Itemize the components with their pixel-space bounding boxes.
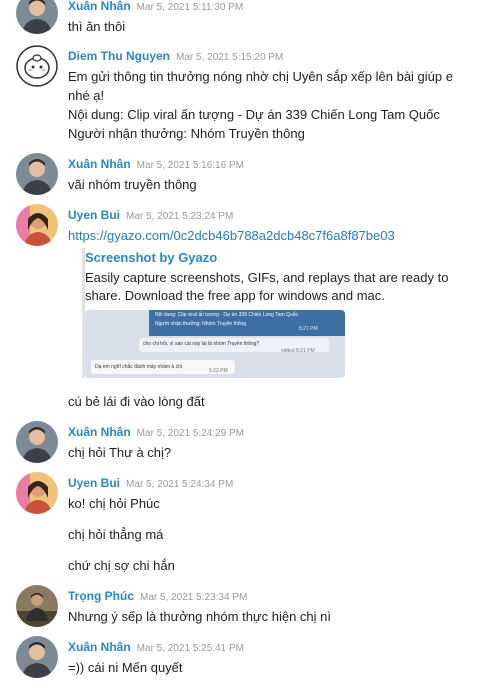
message-link[interactable]: https://gyazo.com/0c2dcb46b788a2dcb48c7f… <box>68 228 395 243</box>
preview-image-text: Người nhận thưởng: Nhóm Truyền thông <box>155 321 247 327</box>
preview-description: Easily capture screenshots, GIFs, and re… <box>85 270 449 303</box>
message-text: Người nhận thưởng: Nhóm Truyền thông <box>68 126 305 141</box>
timestamp[interactable]: Mar 5, 2021 5:24:29 PM <box>137 428 244 439</box>
user-avatar[interactable] <box>16 45 58 87</box>
preview-image[interactable]: Nội dung: Clip viral ấn tượng - Dự án 33… <box>85 310 345 378</box>
sender-name[interactable]: Uyen Bui <box>68 208 120 222</box>
message-text: chị hỏi thẳng má <box>68 527 164 542</box>
preview-image-text: edited 5:21 PM <box>281 348 315 354</box>
preview-image-text: Nội dung: Clip viral ấn tượng - Dự án 33… <box>155 312 299 318</box>
user-avatar[interactable] <box>16 0 58 34</box>
preview-image-text: cho chị hỏi, vì sao cái này lại là nhóm … <box>143 341 260 347</box>
message-text: Nội dung: Clip viral ấn tượng - Dự án 33… <box>68 107 440 122</box>
timestamp[interactable]: Mar 5, 2021 5:23:24 PM <box>126 211 233 222</box>
preview-image-text: 5:22 PM <box>209 368 228 374</box>
link-preview: Screenshot by Gyazo Easily capture scree… <box>82 248 465 378</box>
sender-name[interactable]: Xuân Nhân <box>68 640 131 654</box>
sender-name[interactable]: Xuân Nhân <box>68 157 131 171</box>
sender-name[interactable]: Xuân Nhân <box>68 0 131 13</box>
sender-name[interactable]: Trọng Phúc <box>68 589 134 603</box>
user-avatar[interactable] <box>16 153 58 195</box>
sender-name[interactable]: Xuân Nhân <box>68 425 131 439</box>
message-text: =)) cái ni Mến quyết <box>68 660 183 675</box>
sender-name[interactable]: Uyen Bui <box>68 476 120 490</box>
timestamp[interactable]: Mar 5, 2021 5:15:20 PM <box>176 52 283 63</box>
preview-image-text: Dạ em nghĩ chắc đánh máy nhầm à chị <box>95 364 182 370</box>
message-text: chị hỏi Thư à chị? <box>68 445 172 460</box>
user-avatar[interactable] <box>16 204 58 246</box>
message-text: Em gửi thông tin thưởng nóng nhờ chị Uyê… <box>68 69 453 103</box>
preview-image-text: 5:21 PM <box>299 326 318 332</box>
timestamp[interactable]: Mar 5, 2021 5:23:34 PM <box>140 592 247 603</box>
preview-title[interactable]: Screenshot by Gyazo <box>85 250 217 265</box>
timestamp[interactable]: Mar 5, 2021 5:24:34 PM <box>126 479 233 490</box>
message-text: vãi nhóm truyền thông <box>68 177 197 192</box>
user-avatar[interactable] <box>16 421 58 463</box>
timestamp[interactable]: Mar 5, 2021 5:25:41 PM <box>137 643 244 654</box>
message-text: thì ăn thôi <box>68 19 126 34</box>
timestamp[interactable]: Mar 5, 2021 5:16:16 PM <box>137 160 244 171</box>
user-avatar[interactable] <box>16 636 58 678</box>
message-text: chứ chị sợ chi hắn <box>68 558 175 573</box>
message-text: cú bẻ lái đi vào lòng đất <box>68 394 205 409</box>
message-text: Nhưng ý sếp là thưởng nhóm thực hiện chị… <box>68 609 331 624</box>
message-text: ko! chị hỏi Phúc <box>68 496 160 511</box>
user-avatar[interactable] <box>16 585 58 627</box>
user-avatar[interactable] <box>16 472 58 514</box>
sender-name[interactable]: Diem Thu Nguyen <box>68 49 170 63</box>
timestamp[interactable]: Mar 5, 2021 5:11:30 PM <box>137 2 244 13</box>
